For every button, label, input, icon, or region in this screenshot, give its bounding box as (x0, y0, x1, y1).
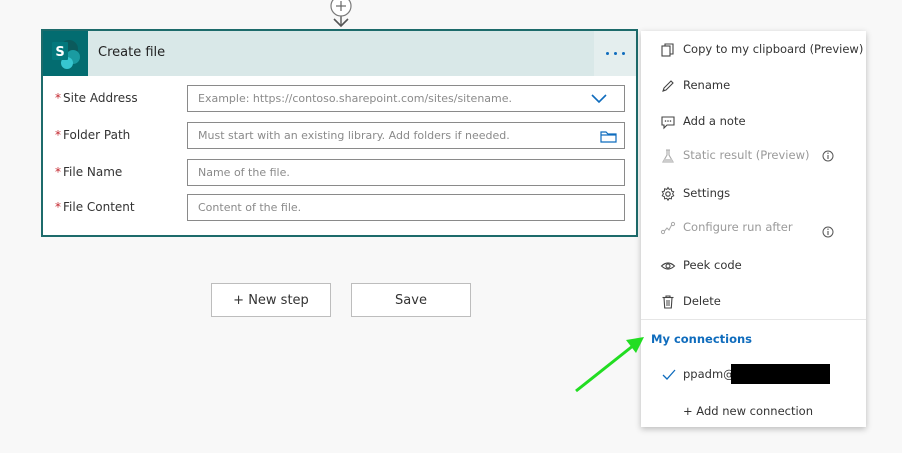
chevron-down-icon[interactable] (590, 92, 608, 106)
more-options-button[interactable] (594, 31, 636, 76)
more-dot-icon (606, 52, 609, 55)
card-header[interactable]: S Create file (43, 31, 636, 76)
menu-item-peek-code[interactable]: Peek code (641, 251, 866, 281)
info-icon[interactable] (822, 226, 834, 238)
menu-divider (641, 319, 866, 320)
menu-item-label: Static result (Preview) (683, 148, 810, 162)
copy-icon (661, 43, 674, 57)
file-name-input[interactable] (187, 159, 625, 186)
redaction-box (731, 364, 830, 384)
info-icon[interactable] (822, 150, 834, 162)
annotation-arrow-icon (575, 337, 644, 393)
comment-icon (661, 116, 675, 130)
run-after-icon (660, 221, 676, 235)
menu-item-label: Copy to my clipboard (Preview) (683, 42, 864, 56)
required-marker: * (55, 200, 61, 214)
menu-item-label: Settings (683, 186, 731, 200)
card-title: Create file (98, 45, 166, 60)
save-button[interactable]: Save (351, 283, 471, 317)
add-new-connection-link[interactable]: + Add new connection (641, 397, 866, 427)
menu-item-rename[interactable]: Rename (641, 71, 866, 101)
file-content-input[interactable] (187, 194, 625, 221)
menu-item-configure-run-after: Configure run after (641, 213, 866, 243)
site-address-label: * Site Address (55, 91, 138, 105)
connection-user-label: ppadm@ (683, 367, 735, 381)
menu-item-label: Peek code (683, 258, 742, 272)
more-dot-icon (614, 52, 617, 55)
folder-path-input[interactable] (187, 122, 625, 149)
add-connection-label: + Add new connection (683, 404, 813, 418)
menu-item-label: Configure run after (683, 220, 793, 234)
required-marker: * (55, 165, 61, 179)
flask-icon (662, 149, 674, 163)
pencil-icon (662, 80, 674, 92)
menu-item-label: Add a note (683, 114, 746, 128)
folder-path-label: * Folder Path (55, 128, 131, 142)
file-name-label: * File Name (55, 165, 123, 179)
sharepoint-icon-letter: S (55, 45, 64, 60)
menu-item-label: Rename (683, 78, 731, 92)
menu-item-add-note[interactable]: Add a note (641, 107, 866, 137)
menu-item-delete[interactable]: Delete (641, 287, 866, 317)
checkmark-icon (662, 369, 676, 380)
sharepoint-icon: S (43, 31, 88, 76)
trash-icon (662, 295, 674, 309)
action-context-menu: Copy to my clipboard (Preview) Rename Ad… (641, 31, 866, 427)
new-step-button[interactable]: + New step (211, 283, 331, 317)
menu-item-copy-to-clipboard[interactable]: Copy to my clipboard (Preview) (641, 35, 866, 65)
folder-icon[interactable] (600, 129, 617, 143)
connections-section-title: My connections (651, 332, 753, 346)
menu-item-static-result: Static result (Preview) (641, 141, 866, 171)
file-content-label: * File Content (55, 200, 135, 214)
gear-icon (661, 186, 675, 202)
eye-icon (660, 262, 676, 270)
required-marker: * (55, 128, 61, 142)
more-dot-icon (622, 52, 625, 55)
add-step-connector[interactable] (329, 0, 353, 30)
required-marker: * (55, 91, 61, 105)
site-address-input[interactable] (187, 85, 625, 112)
menu-item-settings[interactable]: Settings (641, 179, 866, 209)
menu-item-label: Delete (683, 294, 721, 308)
action-card: S Create file *Site Address *Folder Path… (41, 29, 638, 237)
